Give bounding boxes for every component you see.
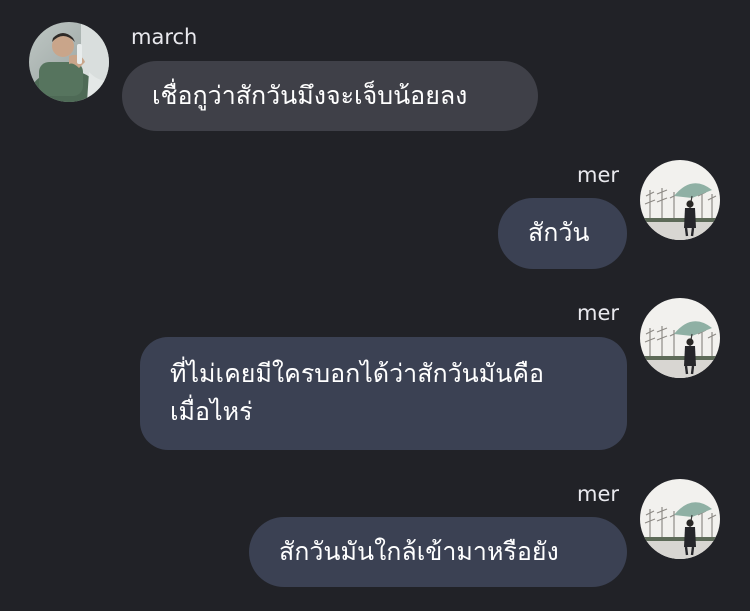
message-bubble[interactable]: สักวันมันใกล้เข้ามาหรือยัง (249, 517, 627, 587)
umbrella-photo-icon (640, 298, 720, 378)
avatar-mer[interactable] (640, 479, 720, 559)
chat-thread: march เชื่อกูว่าสักวันมึงจะเจ็บน้อยลง me… (0, 0, 750, 611)
message-text: เชื่อกูว่าสักวันมึงจะเจ็บน้อยลง (152, 81, 468, 110)
message-text: ที่ไม่เคยมีใครบอกได้ว่าสักวันมันคือ (170, 359, 545, 388)
sender-name: mer (576, 301, 619, 325)
message-text: สักวันมันใกล้เข้ามาหรือยัง (279, 537, 559, 566)
message-bubble[interactable]: ที่ไม่เคยมีใครบอกได้ว่าสักวันมันคือ เมื่… (140, 337, 627, 450)
sender-name: mer (576, 482, 619, 506)
message-bubble[interactable]: สักวัน (498, 198, 627, 269)
sender-name: mer (576, 163, 619, 187)
umbrella-photo-icon (640, 160, 720, 240)
sender-name: march (131, 25, 198, 49)
umbrella-photo-icon (640, 479, 720, 559)
message-text: สักวัน (528, 218, 590, 247)
avatar-mer[interactable] (640, 160, 720, 240)
message-text: เมื่อไหร่ (170, 397, 253, 426)
avatar-mer[interactable] (640, 298, 720, 378)
message-bubble[interactable]: เชื่อกูว่าสักวันมึงจะเจ็บน้อยลง (122, 61, 538, 131)
man-photo-icon (29, 22, 109, 102)
avatar-march[interactable] (29, 22, 109, 102)
